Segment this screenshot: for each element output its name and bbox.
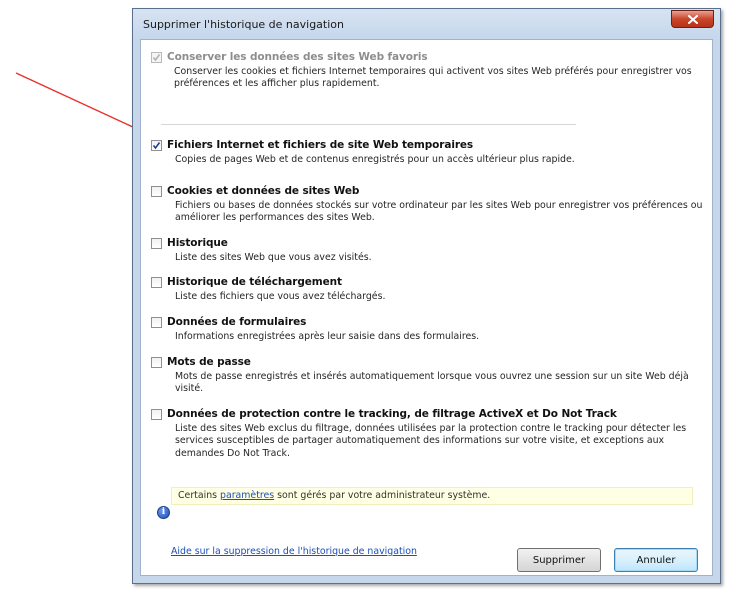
option-title: Fichiers Internet et fichiers de site We…: [167, 139, 474, 151]
notice-text-before: Certains: [178, 490, 220, 501]
option-title: Historique de téléchargement: [167, 276, 342, 288]
option-description: Mots de passe enregistrés et insérés aut…: [175, 371, 689, 395]
option-description: Fichiers ou bases de données stockés sur…: [175, 200, 703, 224]
checkmark-icon: [152, 54, 161, 62]
option-title: Cookies et données de sites Web: [167, 185, 360, 197]
temporary-files-checkbox[interactable]: [151, 140, 162, 151]
cookies-checkbox[interactable]: [151, 186, 162, 197]
delete-button[interactable]: Supprimer: [517, 548, 601, 572]
separator: [161, 124, 576, 125]
option-title: Données de protection contre le tracking…: [167, 408, 617, 420]
option-description: Informations enregistrées après leur sai…: [175, 331, 480, 342]
preserve-favorites-checkbox[interactable]: [151, 52, 162, 63]
title-bar[interactable]: Supprimer l'historique de navigation: [133, 9, 720, 39]
help-link[interactable]: Aide sur la suppression de l'historique …: [171, 546, 417, 557]
settings-link[interactable]: paramètres: [220, 490, 274, 501]
option-description: Liste des sites Web exclus du filtrage, …: [175, 423, 687, 459]
admin-notice: Certains paramètres sont gérés par votre…: [171, 487, 693, 505]
option-description: Copies de pages Web et de contenus enreg…: [175, 154, 575, 165]
window-title: Supprimer l'historique de navigation: [143, 18, 344, 31]
passwords-checkbox[interactable]: [151, 357, 162, 368]
info-icon: i: [157, 506, 170, 519]
delete-browsing-history-dialog: Supprimer l'historique de navigation Con…: [132, 8, 721, 584]
close-button[interactable]: [671, 10, 714, 28]
option-description: Conserver les cookies et fichiers Intern…: [174, 66, 692, 90]
close-icon: [687, 14, 698, 24]
option-title: Mots de passe: [167, 356, 251, 368]
download-history-checkbox[interactable]: [151, 277, 162, 288]
checkmark-icon: [152, 142, 161, 150]
notice-text-after: sont gérés par votre administrateur syst…: [274, 490, 491, 501]
dialog-content: Conserver les données des sites Web favo…: [140, 39, 713, 576]
cancel-button[interactable]: Annuler: [614, 548, 698, 572]
option-title: Conserver les données des sites Web favo…: [167, 51, 428, 63]
form-data-checkbox[interactable]: [151, 317, 162, 328]
option-title: Historique: [167, 237, 228, 249]
history-checkbox[interactable]: [151, 238, 162, 249]
option-description: Liste des sites Web que vous avez visité…: [175, 252, 372, 263]
option-title: Données de formulaires: [167, 316, 307, 328]
tracking-protection-checkbox[interactable]: [151, 409, 162, 420]
option-description: Liste des fichiers que vous avez télécha…: [175, 291, 386, 302]
